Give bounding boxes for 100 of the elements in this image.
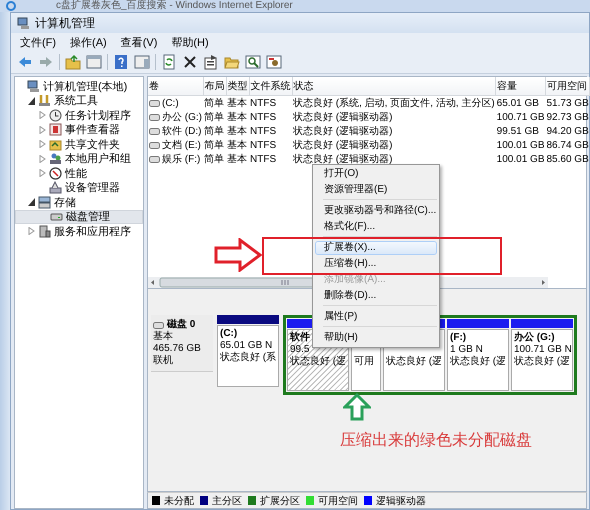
menu-item[interactable]: 属性(P) (315, 310, 437, 324)
column-header[interactable]: 卷 (148, 77, 203, 96)
legend-label: 可用空间 (318, 494, 358, 508)
drive-icon (149, 114, 160, 120)
partition-header-bar (511, 319, 573, 328)
partition[interactable]: 办公 (G:) 100.71 GB N 状态良好 (逻 (511, 329, 573, 391)
device-icon (49, 181, 62, 194)
tree-item[interactable]: 共享文件夹 (15, 137, 143, 152)
column-header[interactable]: 类型 (226, 77, 249, 96)
legend-label: 主分区 (212, 494, 242, 508)
tree-item[interactable]: 计算机管理(本地) (15, 79, 143, 94)
column-header[interactable]: 文件系统 (249, 77, 292, 96)
table-cell-text: 92.73 GB (545, 110, 590, 124)
storage-icon (38, 196, 51, 209)
menu-item[interactable]: 查看(V) (114, 34, 164, 50)
table-cell-text: 基本 (226, 152, 248, 166)
tree-item[interactable]: 服务和应用程序 (15, 224, 143, 238)
drive-icon (149, 142, 160, 148)
menu-item[interactable]: 帮助(H) (164, 34, 216, 50)
drive-icon (153, 322, 164, 328)
menu-item[interactable]: 删除卷(D)... (315, 289, 437, 303)
table-cell-text: 94.20 GB (545, 124, 590, 138)
table-cell-text: 86.74 GB (545, 138, 590, 152)
table-cell-text: 100.71 GB (496, 110, 546, 124)
partition-name: (C:) (220, 328, 238, 339)
tools-icon (38, 94, 51, 108)
pane-icon[interactable] (134, 54, 150, 70)
table-cell: 65.01 GB (496, 96, 546, 110)
tree-item[interactable]: 事件查看器 (15, 122, 143, 137)
disk-info: 465.76 GB (153, 343, 202, 354)
table-cell-text: 100.01 GB (496, 138, 546, 152)
help-icon[interactable] (113, 54, 129, 70)
computer-management-icon (17, 16, 30, 30)
menu-item[interactable]: 扩展卷(X)... (315, 241, 437, 255)
table-cell-text: NTFS (249, 138, 278, 152)
table-cell-text: 简单 (203, 110, 225, 124)
table-cell-text: 状态良好 (逻辑驱动器) (292, 124, 394, 138)
table-cell-text: 文档 (E:) (162, 138, 201, 152)
column-header[interactable]: 状态 (292, 77, 496, 96)
tree-item[interactable]: 系统工具 (15, 94, 143, 108)
column-header[interactable]: 布局 (203, 77, 226, 96)
partition-name: 办公 (G:) (514, 332, 555, 343)
tree-item[interactable]: 磁盘管理 (15, 210, 143, 224)
column-header[interactable]: 可用空间 (545, 77, 590, 96)
table-cell-text: 85.60 GB (545, 152, 590, 166)
menu-item[interactable]: 操作(A) (63, 34, 114, 50)
table-cell-text: NTFS (249, 110, 278, 124)
delete-icon[interactable] (182, 54, 198, 70)
table-cell-text: 简单 (203, 138, 225, 152)
partition-name: 软件 (290, 332, 310, 343)
menu-item[interactable]: 更改驱动器号和路径(C)... (315, 204, 437, 218)
table-cell-text: 软件 (D:) (162, 125, 202, 138)
expander-icon[interactable] (28, 198, 35, 206)
table-cell-text: 99.51 GB (496, 124, 540, 138)
table-cell-text: 办公 (G:) (162, 110, 202, 124)
event-log-icon (49, 123, 62, 136)
search-icon[interactable] (245, 54, 261, 70)
users-icon (49, 152, 62, 166)
properties-icon[interactable] (203, 54, 219, 70)
disk-info: 基本 (153, 331, 174, 343)
partition-size: 1 GB N (450, 344, 483, 355)
drive-icon (149, 156, 160, 162)
tree-item[interactable]: 性能 (15, 166, 143, 180)
table-cell-text: 基本 (226, 124, 248, 138)
expander-icon[interactable] (28, 96, 35, 105)
table-cell-text: 简单 (203, 152, 225, 166)
menu-item[interactable]: 压缩卷(H)... (315, 257, 437, 271)
partition[interactable]: (F:) 1 GB N 状态良好 (逻 (447, 329, 509, 391)
forward-arrow-icon[interactable] (38, 54, 54, 70)
tree-item[interactable]: 本地用户和组 (15, 152, 143, 166)
partition[interactable]: (C:) 65.01 GB N 状态良好 (系 (217, 325, 279, 387)
partition-name: (F:) (450, 332, 466, 343)
drive-icon (149, 128, 160, 134)
table-cell-text: 娱乐 (F:) (162, 152, 200, 166)
column-header[interactable]: 容量 (496, 77, 546, 96)
callout-up-arrow (343, 393, 371, 421)
refresh-icon[interactable] (161, 54, 177, 70)
partition-status: 可用 (354, 356, 374, 367)
partition-size: 65.01 GB N (220, 340, 272, 351)
disk-info: 联机 (153, 355, 174, 367)
partition-status: 状态良好 (系 (220, 352, 276, 363)
partition-status: 状态良好 (逻 (450, 356, 506, 367)
folder-up-icon[interactable] (65, 54, 81, 70)
partition-status: 状态良好 (逻 (386, 356, 442, 367)
tree-item[interactable]: 任务计划程序 (15, 108, 143, 122)
menu-item[interactable]: 文件(F) (13, 34, 64, 50)
window-title: 计算机管理 (35, 14, 95, 32)
tree-item[interactable]: 设备管理器 (15, 180, 143, 195)
menu-item[interactable]: 格式化(F)... (315, 220, 437, 234)
table-cell: 简单 (203, 96, 226, 110)
table-cell: 状态良好 (系统, 启动, 页面文件, 活动, 主分区) (292, 96, 496, 110)
menu-item[interactable]: 资源管理器(E) (315, 183, 437, 197)
legend-label: 扩展分区 (260, 494, 300, 508)
tree-item[interactable]: 存储 (15, 195, 143, 210)
menu-item[interactable]: 打开(O) (315, 167, 437, 181)
back-arrow-icon[interactable] (17, 54, 33, 70)
services-icon (38, 224, 51, 238)
pane-icon[interactable] (86, 54, 102, 70)
partition-status: 状态良好 (逻 (290, 356, 346, 367)
drive-icon (149, 100, 160, 106)
